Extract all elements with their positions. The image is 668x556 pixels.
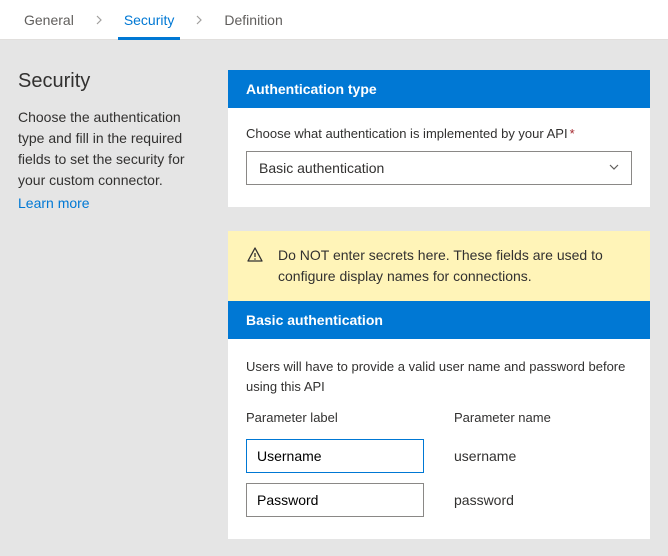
auth-type-selected: Basic authentication <box>259 160 384 176</box>
col-parameter-label: Parameter label <box>246 410 424 429</box>
chevron-right-icon <box>194 15 204 25</box>
password-param-name: password <box>454 492 632 508</box>
param-grid: Parameter label Parameter name username … <box>246 410 632 517</box>
col-parameter-name: Parameter name <box>454 410 632 429</box>
form-area: Authentication type Choose what authenti… <box>228 70 650 536</box>
auth-type-label: Choose what authentication is implemente… <box>246 126 632 141</box>
chevron-down-icon <box>607 160 621 177</box>
basic-auth-desc: Users will have to provide a valid user … <box>246 357 632 396</box>
tab-general[interactable]: General <box>18 0 80 40</box>
tab-definition[interactable]: Definition <box>218 0 288 40</box>
sidebar: Security Choose the authentication type … <box>18 70 228 536</box>
page-description: Choose the authentication type and fill … <box>18 107 208 191</box>
tab-security[interactable]: Security <box>118 0 181 40</box>
username-label-input[interactable] <box>246 439 424 473</box>
warning-banner: Do NOT enter secrets here. These fields … <box>228 231 650 301</box>
auth-type-dropdown[interactable]: Basic authentication <box>246 151 632 185</box>
chevron-right-icon <box>94 15 104 25</box>
learn-more-link[interactable]: Learn more <box>18 195 90 211</box>
warning-icon <box>246 245 264 270</box>
warning-text: Do NOT enter secrets here. These fields … <box>278 245 632 287</box>
basic-auth-header: Basic authentication <box>228 301 650 339</box>
basic-auth-panel: Do NOT enter secrets here. These fields … <box>228 231 650 539</box>
page-title: Security <box>18 70 208 93</box>
main-content: Security Choose the authentication type … <box>0 40 668 556</box>
breadcrumb-tabs: General Security Definition <box>0 0 668 40</box>
username-param-name: username <box>454 448 632 464</box>
password-label-input[interactable] <box>246 483 424 517</box>
auth-type-header: Authentication type <box>228 70 650 108</box>
auth-type-panel: Authentication type Choose what authenti… <box>228 70 650 207</box>
required-indicator: * <box>570 126 575 141</box>
